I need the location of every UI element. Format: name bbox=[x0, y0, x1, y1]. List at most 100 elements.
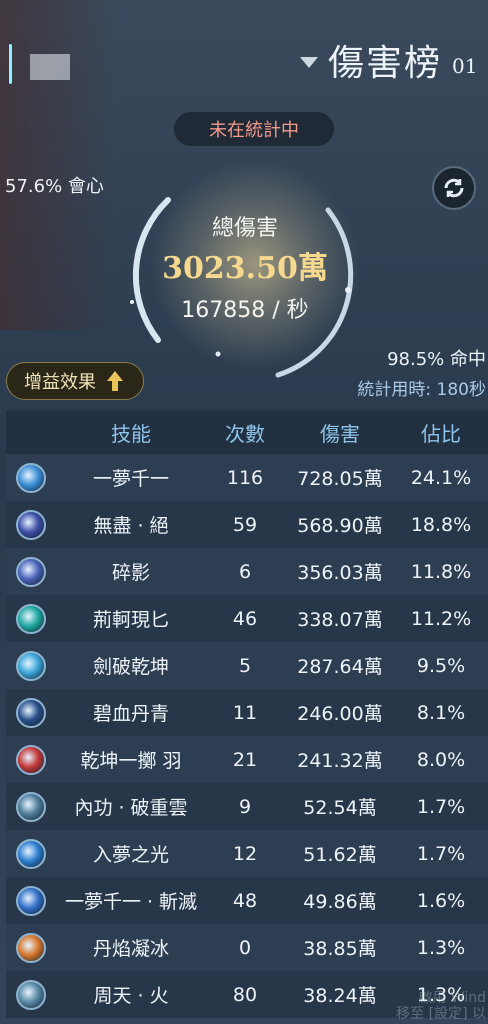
skill-name: 劍破乾坤 bbox=[92, 656, 169, 678]
skill-count: 0 bbox=[238, 936, 252, 959]
skill-damage: 38.24萬 bbox=[303, 985, 377, 1007]
skill-count: 12 bbox=[232, 842, 258, 865]
buff-effects-label: 增益效果 bbox=[24, 372, 96, 393]
buff-effects-button[interactable]: 增益效果 bbox=[6, 362, 144, 400]
damage-per-second: 167858 / 秒 bbox=[181, 298, 309, 323]
header-skill: 技能 bbox=[111, 421, 151, 446]
skill-damage: 356.03萬 bbox=[297, 562, 383, 584]
skill-count: 21 bbox=[232, 748, 258, 771]
skill-percent: 11.8% bbox=[410, 560, 472, 583]
dropdown-triangle-icon[interactable] bbox=[300, 56, 318, 68]
skill-damage: 246.00萬 bbox=[297, 703, 383, 725]
watermark-line1: 啟用 Wind bbox=[418, 990, 486, 1006]
title-suffix: 01 bbox=[452, 54, 478, 78]
skill-count: 9 bbox=[238, 795, 252, 818]
table-row: 一夢千一 · 斬滅 48 49.86萬 1.6% bbox=[6, 877, 488, 924]
table-row: 荊軻現匕 46 338.07萬 11.2% bbox=[6, 595, 488, 642]
header-count: 次數 bbox=[225, 421, 265, 446]
skill-name: 一夢千一 bbox=[92, 468, 169, 490]
table-row: 入夢之光 12 51.62萬 1.7% bbox=[6, 830, 488, 877]
skill-icon bbox=[16, 932, 46, 963]
skill-percent: 1.7% bbox=[416, 842, 466, 865]
skill-icon bbox=[16, 979, 46, 1010]
table-row: 一夢千一 116 728.05萬 24.1% bbox=[6, 454, 488, 501]
skill-damage: 51.62萬 bbox=[303, 844, 377, 866]
player-name-redacted bbox=[30, 54, 70, 80]
skill-count: 48 bbox=[232, 889, 258, 912]
table-row: 碎影 6 356.03萬 11.8% bbox=[6, 548, 488, 595]
skill-icon bbox=[16, 650, 46, 681]
skill-count: 5 bbox=[238, 654, 252, 677]
skill-damage: 568.90萬 bbox=[297, 515, 383, 537]
skill-icon bbox=[16, 462, 46, 493]
accent-bar bbox=[9, 44, 12, 84]
skill-name: 一夢千一 · 斬滅 bbox=[64, 891, 198, 913]
skill-count: 46 bbox=[232, 607, 258, 630]
total-damage-value: 3023.50萬 bbox=[162, 251, 328, 286]
status-badge: 未在統計中 bbox=[174, 112, 334, 146]
skill-count: 59 bbox=[232, 513, 258, 536]
table-row: 乾坤一擲 羽 21 241.32萬 8.0% bbox=[6, 736, 488, 783]
table-row: 無盡 · 絕 59 568.90萬 18.8% bbox=[6, 501, 488, 548]
skill-icon bbox=[16, 697, 46, 728]
table-row: 劍破乾坤 5 287.64萬 9.5% bbox=[6, 642, 488, 689]
watermark: 啟用 Wind 移至 [設定] 以 bbox=[396, 990, 486, 1022]
table-body: 一夢千一 116 728.05萬 24.1% 無盡 · 絕 59 568.90萬 18.8% 碎… bbox=[6, 454, 488, 1018]
header-percent: 佔比 bbox=[421, 421, 461, 446]
page-title: 傷害榜 bbox=[328, 43, 443, 84]
skill-percent: 1.7% bbox=[416, 795, 466, 818]
skill-count: 116 bbox=[226, 466, 264, 489]
hit-rate: 98.5% 命中 bbox=[387, 349, 486, 370]
skill-icon bbox=[16, 556, 46, 587]
skill-name: 無盡 · 絕 bbox=[93, 515, 169, 537]
table-row: 碧血丹青 11 246.00萬 8.1% bbox=[6, 689, 488, 736]
skill-percent: 8.0% bbox=[416, 748, 466, 771]
header-damage: 傷害 bbox=[320, 421, 360, 446]
status-label: 未在統計中 bbox=[209, 120, 299, 141]
skill-damage: 287.64萬 bbox=[297, 656, 383, 678]
table-row: 內功 · 破重雲 9 52.54萬 1.7% bbox=[6, 783, 488, 830]
skill-name: 碧血丹青 bbox=[92, 703, 169, 725]
skill-damage: 728.05萬 bbox=[297, 468, 383, 490]
skill-count: 80 bbox=[232, 983, 258, 1006]
skill-icon bbox=[16, 603, 46, 634]
elapsed-time: 統計用時: 180秒 bbox=[357, 380, 486, 400]
skill-icon bbox=[16, 885, 46, 916]
ranking-selector[interactable]: 傷害榜 01 bbox=[300, 34, 477, 86]
skill-percent: 11.2% bbox=[410, 607, 472, 630]
skill-percent: 18.8% bbox=[410, 513, 472, 536]
skill-icon bbox=[16, 509, 46, 540]
total-damage-label: 總傷害 bbox=[211, 216, 278, 241]
skill-name: 周天 · 火 bbox=[93, 985, 169, 1007]
skill-name: 乾坤一擲 羽 bbox=[80, 750, 182, 772]
table-header: 技能 次數 傷害 佔比 bbox=[6, 410, 488, 454]
skill-damage: 241.32萬 bbox=[297, 750, 383, 772]
background-decoration bbox=[0, 0, 120, 330]
skill-name: 荊軻現匕 bbox=[92, 609, 169, 631]
skill-count: 11 bbox=[232, 701, 258, 724]
watermark-line2: 移至 [設定] 以 bbox=[396, 1006, 486, 1022]
skill-name: 丹焰凝冰 bbox=[92, 938, 169, 960]
skill-count: 6 bbox=[238, 560, 252, 583]
crit-rate: 57.6% 會心 bbox=[5, 176, 104, 197]
refresh-icon bbox=[444, 178, 464, 198]
skill-damage: 338.07萬 bbox=[297, 609, 383, 631]
skill-name: 內功 · 破重雲 bbox=[74, 797, 188, 819]
skill-percent: 9.5% bbox=[416, 654, 466, 677]
skill-name: 入夢之光 bbox=[92, 844, 169, 866]
skill-percent: 1.6% bbox=[416, 889, 466, 912]
skill-damage-table: 技能 次數 傷害 佔比 一夢千一 116 728.05萬 24.1% 無盡 · 絕 59 5… bbox=[6, 410, 488, 1018]
up-arrow-icon bbox=[107, 371, 123, 391]
skill-name: 碎影 bbox=[111, 562, 150, 584]
refresh-button[interactable] bbox=[432, 166, 476, 210]
skill-damage: 49.86萬 bbox=[303, 891, 377, 913]
skill-percent: 1.3% bbox=[416, 936, 466, 959]
skill-percent: 24.1% bbox=[410, 466, 472, 489]
skill-icon bbox=[16, 791, 46, 822]
skill-icon bbox=[16, 838, 46, 869]
skill-damage: 52.54萬 bbox=[303, 797, 377, 819]
skill-percent: 8.1% bbox=[416, 701, 466, 724]
skill-damage: 38.85萬 bbox=[303, 938, 377, 960]
table-row: 丹焰凝冰 0 38.85萬 1.3% bbox=[6, 924, 488, 971]
skill-icon bbox=[16, 744, 46, 775]
